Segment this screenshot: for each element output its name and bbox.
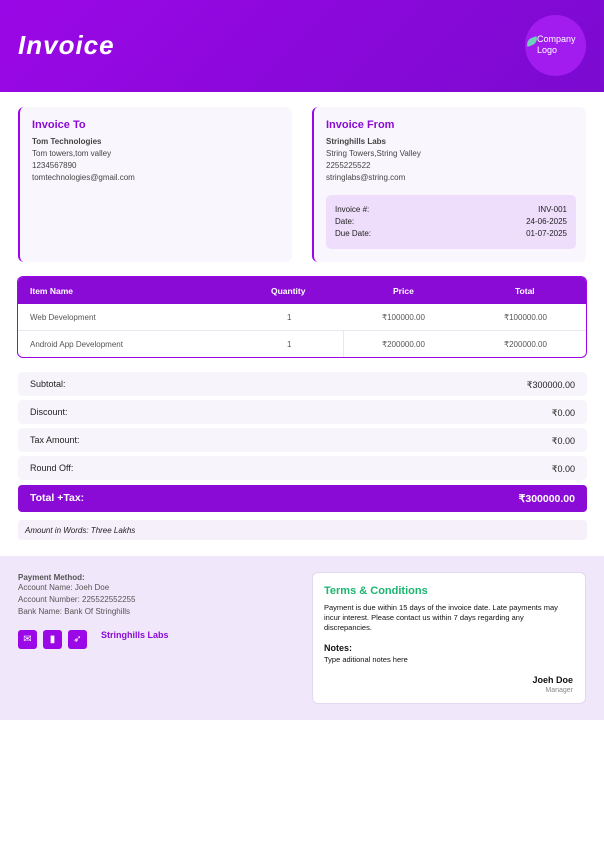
company-logo: Company Logo xyxy=(525,15,586,76)
table-header: Item Name Quantity Price Total xyxy=(18,277,586,304)
table-row: Android App Development 1 ₹200000.00 ₹20… xyxy=(18,331,586,357)
account-name: Account Name: Joeh Doe xyxy=(18,583,110,592)
facebook-icon[interactable]: ▮ xyxy=(43,630,62,649)
client-email: tomtechnologies@gmail.com xyxy=(32,173,135,182)
summary-value: ₹0.00 xyxy=(551,464,575,474)
logo-text: Company Logo xyxy=(537,34,576,55)
table-row: Web Development 1 ₹100000.00 ₹100000.00 xyxy=(18,304,586,331)
price-cell: ₹100000.00 xyxy=(382,313,425,322)
items-table: Item Name Quantity Price Total Web Devel… xyxy=(17,276,587,358)
invoice-from-heading: Invoice From xyxy=(326,119,395,131)
meta-value: 24-06-2025 xyxy=(526,217,567,226)
item-name-cell: Android App Development xyxy=(30,340,123,349)
column-header-item: Item Name xyxy=(30,286,73,296)
sender-email: stringlabs@string.com xyxy=(326,173,406,182)
summary-value: ₹300000.00 xyxy=(526,380,575,390)
subtotal-row: Subtotal: ₹300000.00 xyxy=(18,372,587,396)
invoice-footer: Payment Method: Account Name: Joeh Doe A… xyxy=(0,556,604,720)
column-header-price: Price xyxy=(393,286,414,296)
summary-value: ₹0.00 xyxy=(551,408,575,418)
client-name: Tom Technologies xyxy=(32,137,102,146)
total-cell: ₹100000.00 xyxy=(504,313,547,322)
tax-row: Tax Amount: ₹0.00 xyxy=(18,428,587,452)
payment-method-title: Payment Method: xyxy=(18,573,85,582)
summary-label: Discount: xyxy=(30,407,68,417)
client-address: Tom towers,tom valley xyxy=(32,149,112,158)
terms-card: Terms & Conditions Payment is due within… xyxy=(312,572,586,704)
meta-label: Date: xyxy=(335,217,355,226)
invoice-header: Invoice Company Logo xyxy=(0,0,604,92)
item-name-cell: Web Development xyxy=(30,313,96,322)
email-icon[interactable]: ✉ xyxy=(18,630,37,649)
discount-row: Discount: ₹0.00 xyxy=(18,400,587,424)
sender-address: String Towers,String Valley xyxy=(326,149,421,158)
invoice-number-row: Invoice #: INV-001 xyxy=(335,205,567,214)
notes-text: Type aditional notes here xyxy=(324,655,408,664)
twitter-icon[interactable]: ➶ xyxy=(68,630,87,649)
price-cell: ₹200000.00 xyxy=(382,340,425,349)
sender-phone: 2255225522 xyxy=(326,161,371,170)
signer-role: Manager xyxy=(545,687,573,694)
invoice-to-heading: Invoice To xyxy=(32,119,86,131)
terms-heading: Terms & Conditions xyxy=(324,585,428,597)
invoice-page: Invoice Company Logo Invoice To Tom Tech… xyxy=(0,0,604,852)
column-header-quantity: Quantity xyxy=(271,286,306,296)
summary-label: Subtotal: xyxy=(30,379,66,389)
meta-label: Invoice #: xyxy=(335,205,370,214)
column-divider xyxy=(343,331,344,357)
total-cell: ₹200000.00 xyxy=(504,340,547,349)
due-date-row: Due Date: 01-07-2025 xyxy=(335,229,567,238)
quantity-cell: 1 xyxy=(287,340,292,349)
meta-label: Due Date: xyxy=(335,229,372,238)
meta-value: INV-001 xyxy=(538,205,567,214)
bank-name: Bank Name: Bank Of Stringhills xyxy=(18,607,131,616)
account-number: Account Number: 225522552255 xyxy=(18,595,136,604)
invoice-meta: Invoice #: INV-001 Date: 24-06-2025 Due … xyxy=(326,195,576,249)
meta-value: 01-07-2025 xyxy=(526,229,567,238)
summary-label: Tax Amount: xyxy=(30,435,80,445)
round-off-row: Round Off: ₹0.00 xyxy=(18,456,587,480)
total-label: Total +Tax: xyxy=(30,492,85,504)
sender-name: Stringhills Labs xyxy=(326,137,387,146)
grand-total-row: Total +Tax: ₹300000.00 xyxy=(18,485,587,512)
total-value: ₹300000.00 xyxy=(518,493,575,505)
notes-heading: Notes: xyxy=(324,643,353,653)
summary-value: ₹0.00 xyxy=(551,436,575,446)
terms-body: Payment is due within 15 days of the inv… xyxy=(324,603,558,632)
amount-in-words-text: Amount in Words: Three Lakhs xyxy=(25,526,136,535)
signer-name: Joeh Doe xyxy=(532,675,573,685)
amount-in-words: Amount in Words: Three Lakhs xyxy=(18,520,587,540)
summary-label: Round Off: xyxy=(30,463,74,473)
invoice-title: Invoice xyxy=(18,30,115,60)
invoice-from-card: Invoice From Stringhills Labs String Tow… xyxy=(312,107,586,262)
invoice-date-row: Date: 24-06-2025 xyxy=(335,217,567,226)
column-header-total: Total xyxy=(515,286,535,296)
quantity-cell: 1 xyxy=(287,313,292,322)
invoice-to-card: Invoice To Tom Technologies Tom towers,t… xyxy=(18,107,292,262)
brand-name: Stringhills Labs xyxy=(101,630,169,640)
client-phone: 1234567890 xyxy=(32,161,77,170)
